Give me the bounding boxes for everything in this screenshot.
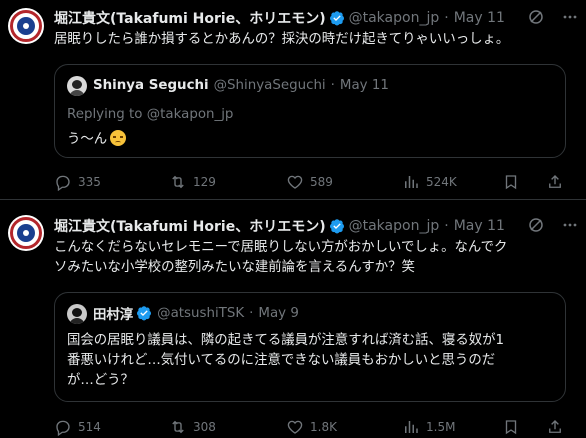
tweet-date[interactable]: May 11 [454, 10, 505, 26]
views-icon [405, 176, 418, 188]
quote-date: May 11 [339, 77, 389, 93]
author-handle[interactable]: @takapon_jp [349, 10, 440, 26]
views-button[interactable]: 524K [402, 173, 457, 191]
quote-author-handle: @atsushiTSK [157, 305, 245, 321]
reply-icon [56, 175, 70, 191]
separator: · [249, 305, 254, 321]
bookmark-button[interactable] [502, 418, 526, 436]
pensive-face-emoji [110, 130, 127, 146]
bookmark-icon [505, 420, 517, 435]
author-avatar[interactable] [8, 8, 44, 44]
author-name[interactable]: 堀江貴文(Takafumi Horie、ホリエモン) [54, 8, 326, 28]
views-count: 1.5M [426, 420, 456, 434]
replying-prefix: Replying to [67, 107, 143, 122]
quote-author-avatar[interactable] [67, 304, 87, 324]
reply-count: 335 [78, 175, 101, 189]
verified-badge-icon [136, 305, 152, 321]
quote-text: う〜ん [67, 130, 553, 150]
quote-text: 国会の居眠り議員は、隣の起きてる議員が注意すれば済む話、寝る奴が1 番悪いけれど… [67, 331, 553, 391]
grok-icon[interactable] [528, 217, 544, 233]
views-button[interactable]: 1.5M [402, 418, 455, 436]
retweet-count: 129 [193, 175, 216, 189]
quote-author-name: 田村淳 [93, 308, 134, 323]
quote-author-avatar[interactable] [67, 76, 87, 96]
retweet-count: 308 [193, 420, 216, 434]
tweet-text-line: ソみたいな小学校の整列みたいな建前論を言えるんすか？笑 [54, 260, 415, 275]
retweet-button[interactable]: 129 [169, 173, 216, 191]
reply-count: 514 [78, 420, 101, 434]
quote-text-line: 番悪いけれど…気付いてるのに注意できない議員もおかしいと思うのだ [67, 353, 496, 368]
tweet-text-line: こんなくだらないセレモニーで居眠りしない方がおかしいでしょ。なんでク [54, 240, 508, 255]
views-icon [405, 421, 418, 433]
author-avatar[interactable] [8, 215, 44, 251]
replying-to: Replying to @takapon_jp [67, 107, 233, 122]
reply-button[interactable]: 335 [54, 173, 101, 191]
share-button[interactable] [546, 418, 570, 436]
views-count: 524K [426, 175, 457, 189]
tweet[interactable]: 堀江貴文(Takafumi Horie、ホリエモン) @takapon_jp ·… [0, 200, 586, 438]
bookmark-button[interactable] [502, 173, 526, 191]
tweet[interactable]: 堀江貴文(Takafumi Horie、ホリエモン) @takapon_jp ·… [0, 0, 586, 200]
like-icon [287, 420, 303, 434]
tweet-metrics: 335 129 589 524K [54, 172, 576, 192]
separator: · [444, 10, 449, 26]
tweet-date[interactable]: May 11 [454, 218, 505, 234]
quote-text-line: 国会の居眠り議員は、隣の起きてる議員が注意すれば済む話、寝る奴が1 [67, 333, 505, 348]
like-button[interactable]: 589 [286, 173, 333, 191]
separator: · [444, 218, 449, 234]
retweet-icon [172, 175, 184, 189]
retweet-button[interactable]: 308 [169, 418, 216, 436]
like-icon [287, 175, 303, 189]
reply-icon [56, 420, 70, 436]
like-count: 1.8K [310, 420, 337, 434]
author-name[interactable]: 堀江貴文(Takafumi Horie、ホリエモン) [54, 216, 326, 236]
verified-badge-icon [329, 10, 345, 26]
bookmark-icon [505, 175, 517, 190]
share-icon [549, 420, 561, 433]
tweet-text: こんなくだらないセレモニーで居眠りしない方がおかしいでしょ。なんでク ソみたいな… [54, 238, 566, 278]
more-icon[interactable] [562, 217, 578, 233]
share-icon [549, 175, 561, 188]
tweet-metrics: 514 308 1.8K 1.5M [54, 417, 576, 437]
tweet-text: 居眠りしたら誰か損するとかあんの？採決の時だけ起きてりゃいいっしょ。 [54, 32, 510, 47]
quote-text-content: う〜ん [67, 132, 108, 147]
quoted-tweet[interactable]: Shinya Seguchi @ShinyaSeguchi · May 11 R… [54, 64, 566, 158]
quote-date: May 9 [258, 305, 299, 321]
author-handle[interactable]: @takapon_jp [349, 218, 440, 234]
quote-author-name: Shinya Seguchi [93, 77, 209, 93]
more-icon[interactable] [562, 9, 578, 25]
reply-button[interactable]: 514 [54, 418, 101, 436]
quote-text-line: が…どう？ [67, 373, 134, 388]
quote-author-handle: @ShinyaSeguchi [213, 77, 326, 93]
like-count: 589 [310, 175, 333, 189]
share-button[interactable] [546, 173, 570, 191]
grok-icon[interactable] [528, 9, 544, 25]
like-button[interactable]: 1.8K [286, 418, 337, 436]
verified-badge-icon [329, 218, 345, 234]
separator: · [330, 77, 335, 93]
quoted-tweet[interactable]: 田村淳 @atsushiTSK · May 9 国会の居眠り議員は、隣の起きてる… [54, 292, 566, 402]
replying-handle: @takapon_jp [146, 107, 234, 122]
retweet-icon [172, 420, 184, 434]
